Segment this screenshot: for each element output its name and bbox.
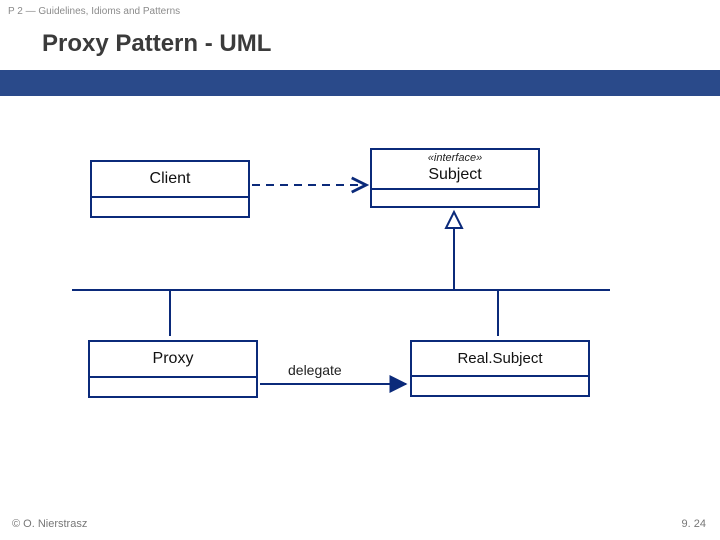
uml-class-name: Proxy xyxy=(90,342,256,376)
uml-compartment xyxy=(90,376,256,396)
page-title: Proxy Pattern - UML xyxy=(42,30,271,58)
uml-stereotype: «interface» xyxy=(372,150,538,164)
uml-class-name: Real.Subject xyxy=(412,342,588,375)
slide: P 2 — Guidelines, Idioms and Patterns Pr… xyxy=(0,0,720,540)
uml-compartment xyxy=(92,196,248,216)
uml-class-proxy: Proxy xyxy=(88,340,258,398)
uml-compartment xyxy=(372,188,538,206)
uml-gen-arrowhead xyxy=(446,212,462,228)
delegate-label: delegate xyxy=(288,362,342,378)
uml-interface-subject: «interface» Subject xyxy=(370,148,540,208)
uml-compartment xyxy=(412,375,588,395)
breadcrumb: P 2 — Guidelines, Idioms and Patterns xyxy=(8,6,180,17)
uml-class-name: Subject xyxy=(372,164,538,188)
footer-page: 9. 24 xyxy=(682,518,706,530)
uml-class-realsubject: Real.Subject xyxy=(410,340,590,397)
uml-class-client: Client xyxy=(90,160,250,218)
footer-copyright: © O. Nierstrasz xyxy=(12,518,87,530)
uml-class-name: Client xyxy=(92,162,248,196)
title-band xyxy=(0,70,720,96)
